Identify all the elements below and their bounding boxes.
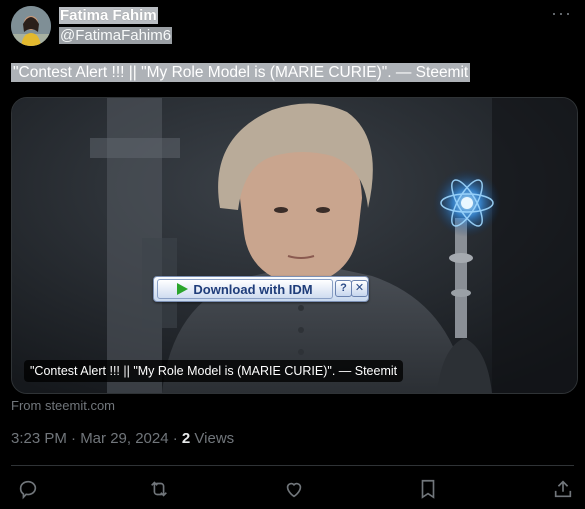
author-name[interactable]: Fatima Fahim bbox=[59, 7, 158, 24]
bookmark-icon[interactable] bbox=[417, 478, 439, 500]
divider bbox=[11, 465, 574, 466]
views-label: Views bbox=[190, 430, 235, 447]
more-options-icon[interactable]: ··· bbox=[551, 4, 572, 22]
card-image bbox=[12, 98, 577, 393]
reply-icon[interactable] bbox=[17, 478, 39, 500]
avatar[interactable] bbox=[11, 6, 51, 46]
card-caption: "Contest Alert !!! || "My Role Model is … bbox=[24, 360, 404, 382]
share-icon[interactable] bbox=[552, 478, 574, 500]
link-card[interactable]: Download with IDM ? ✕ "Contest Alert !!!… bbox=[11, 97, 578, 394]
idm-download-panel: Download with IDM ? ✕ bbox=[153, 276, 369, 302]
idm-download-button[interactable]: Download with IDM bbox=[157, 279, 333, 299]
retweet-icon[interactable] bbox=[148, 478, 170, 500]
card-source[interactable]: From steemit.com bbox=[11, 398, 115, 413]
avatar-image bbox=[11, 6, 51, 46]
views-count: 2 bbox=[181, 430, 191, 447]
action-bar bbox=[0, 475, 585, 503]
close-icon[interactable]: ✕ bbox=[351, 280, 368, 297]
like-icon[interactable] bbox=[283, 478, 305, 500]
tweet-timestamp[interactable]: 3:23 PM · Mar 29, 2024 · bbox=[11, 430, 182, 447]
help-icon[interactable]: ? bbox=[335, 280, 352, 297]
tweet-text: "Contest Alert !!! || "My Role Model is … bbox=[11, 63, 471, 82]
play-arrow-icon bbox=[177, 283, 189, 295]
tweet-meta: 3:23 PM · Mar 29, 2024 · 2 Views bbox=[11, 430, 234, 447]
idm-download-label: Download with IDM bbox=[193, 281, 313, 297]
author-handle[interactable]: @FatimaFahim6 bbox=[59, 27, 173, 44]
